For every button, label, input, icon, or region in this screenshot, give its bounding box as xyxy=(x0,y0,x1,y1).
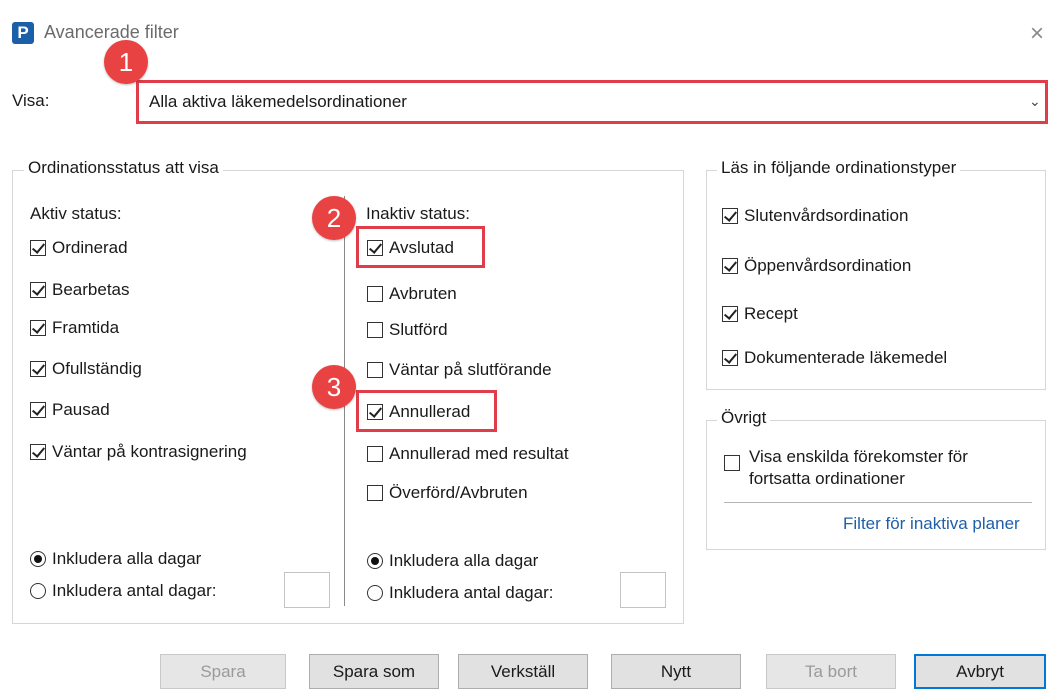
status-group-legend: Ordinationsstatus att visa xyxy=(24,158,223,178)
checkbox-label: Överförd/Avbruten xyxy=(389,483,528,502)
show-label: Visa: xyxy=(12,91,50,110)
radio-button[interactable] xyxy=(30,551,46,567)
checkbox-label: Slutenvårdsordination xyxy=(744,206,909,225)
other-group-legend: Övrigt xyxy=(717,408,771,428)
checkbox-box[interactable] xyxy=(367,446,383,462)
active-status-heading: Aktiv status: xyxy=(30,204,122,223)
inactive-plans-filter-link[interactable]: Filter för inaktiva planer xyxy=(843,514,1020,534)
checkbox-label: Ordinerad xyxy=(52,238,128,257)
other-divider xyxy=(724,502,1032,503)
checkbox-annullerad-med-resultat[interactable]: Annullerad med resultat xyxy=(367,444,569,464)
checkbox-label: Ofullständig xyxy=(52,359,142,378)
radio-inactive-include-day-count[interactable]: Inkludera antal dagar: xyxy=(367,583,553,603)
highlight-annullerad xyxy=(356,390,497,432)
checkbox-overford-avbruten[interactable]: Överförd/Avbruten xyxy=(367,483,528,503)
radio-button[interactable] xyxy=(367,553,383,569)
inactive-day-count-input[interactable] xyxy=(620,572,666,608)
checkbox-ofullstandig[interactable]: Ofullständig xyxy=(30,359,142,379)
checkbox-box[interactable] xyxy=(367,322,383,338)
radio-active-include-all-days[interactable]: Inkludera alla dagar xyxy=(30,549,201,569)
checkbox-label: Dokumenterade läkemedel xyxy=(744,348,948,367)
cancel-button[interactable]: Avbryt xyxy=(914,654,1046,689)
checkbox-label: Slutförd xyxy=(389,320,448,339)
checkbox-dokumenterade-lakemedel[interactable]: Dokumenterade läkemedel xyxy=(722,348,947,368)
close-icon[interactable]: × xyxy=(1030,22,1044,46)
checkbox-label: Väntar på kontrasignering xyxy=(52,442,247,461)
checkbox-label: Avbruten xyxy=(389,284,457,303)
radio-active-include-day-count[interactable]: Inkludera antal dagar: xyxy=(30,581,216,601)
highlight-show-select xyxy=(136,80,1048,124)
step-marker-3: 3 xyxy=(312,365,356,409)
checkbox-bearbetas[interactable]: Bearbetas xyxy=(30,280,130,300)
checkbox-label-line1: Visa enskilda förekomster för xyxy=(749,447,968,466)
checkbox-box[interactable] xyxy=(30,361,46,377)
step-marker-2: 2 xyxy=(312,196,356,240)
inactive-status-heading: Inaktiv status: xyxy=(366,204,470,223)
checkbox-pausad[interactable]: Pausad xyxy=(30,400,110,420)
checkbox-ordinerad[interactable]: Ordinerad xyxy=(30,238,128,258)
checkbox-box[interactable] xyxy=(30,240,46,256)
window-title: Avancerade filter xyxy=(44,22,179,42)
checkbox-framtida[interactable]: Framtida xyxy=(30,318,119,338)
checkbox-slutford[interactable]: Slutförd xyxy=(367,320,448,340)
checkbox-box[interactable] xyxy=(30,320,46,336)
types-group-legend: Läs in följande ordinationstyper xyxy=(717,158,961,178)
radio-button[interactable] xyxy=(30,583,46,599)
checkbox-vantar-pa-kontrasignering[interactable]: Väntar på kontrasignering xyxy=(30,442,247,462)
checkbox-avbruten[interactable]: Avbruten xyxy=(367,284,457,304)
checkbox-label: Väntar på slutförande xyxy=(389,360,552,379)
checkbox-box[interactable] xyxy=(722,350,738,366)
save-as-button[interactable]: Spara som xyxy=(309,654,439,689)
new-button[interactable]: Nytt xyxy=(611,654,741,689)
checkbox-vantar-pa-slutforande[interactable]: Väntar på slutförande xyxy=(367,360,552,380)
radio-label: Inkludera alla dagar xyxy=(389,551,539,570)
radio-label: Inkludera antal dagar: xyxy=(52,581,217,600)
checkbox-box[interactable] xyxy=(367,362,383,378)
checkbox-oppenvardsordination[interactable]: Öppenvårdsordination xyxy=(722,256,911,276)
checkbox-box[interactable] xyxy=(722,306,738,322)
radio-button[interactable] xyxy=(367,585,383,601)
apply-button[interactable]: Verkställ xyxy=(458,654,588,689)
active-day-count-input[interactable] xyxy=(284,572,330,608)
highlight-avslutad xyxy=(356,226,485,268)
step-marker-1: 1 xyxy=(104,40,148,84)
checkbox-recept[interactable]: Recept xyxy=(722,304,798,324)
checkbox-label-line2: fortsatta ordinationer xyxy=(749,469,905,488)
radio-inactive-include-all-days[interactable]: Inkludera alla dagar xyxy=(367,551,538,571)
save-button[interactable]: Spara xyxy=(160,654,286,689)
checkbox-box[interactable] xyxy=(30,402,46,418)
checkbox-box[interactable] xyxy=(722,208,738,224)
radio-label: Inkludera antal dagar: xyxy=(389,583,554,602)
checkbox-box[interactable] xyxy=(722,258,738,274)
checkbox-slutenvardsordination[interactable]: Slutenvårdsordination xyxy=(722,206,908,226)
app-icon: P xyxy=(12,22,34,44)
delete-button[interactable]: Ta bort xyxy=(766,654,896,689)
checkbox-label: Öppenvårdsordination xyxy=(744,256,912,275)
checkbox-label: Framtida xyxy=(52,318,120,337)
checkbox-label: Bearbetas xyxy=(52,280,130,299)
checkbox-visa-enskilda-label: Visa enskilda förekomster för fortsatta … xyxy=(749,446,968,490)
radio-label: Inkludera alla dagar xyxy=(52,549,202,568)
checkbox-label: Recept xyxy=(744,304,798,323)
checkbox-label: Pausad xyxy=(52,400,110,419)
checkbox-visa-enskilda-forekomster[interactable] xyxy=(724,455,740,471)
checkbox-label: Annullerad med resultat xyxy=(389,444,569,463)
checkbox-box[interactable] xyxy=(367,286,383,302)
checkbox-box[interactable] xyxy=(30,444,46,460)
checkbox-box[interactable] xyxy=(30,282,46,298)
checkbox-box[interactable] xyxy=(367,485,383,501)
